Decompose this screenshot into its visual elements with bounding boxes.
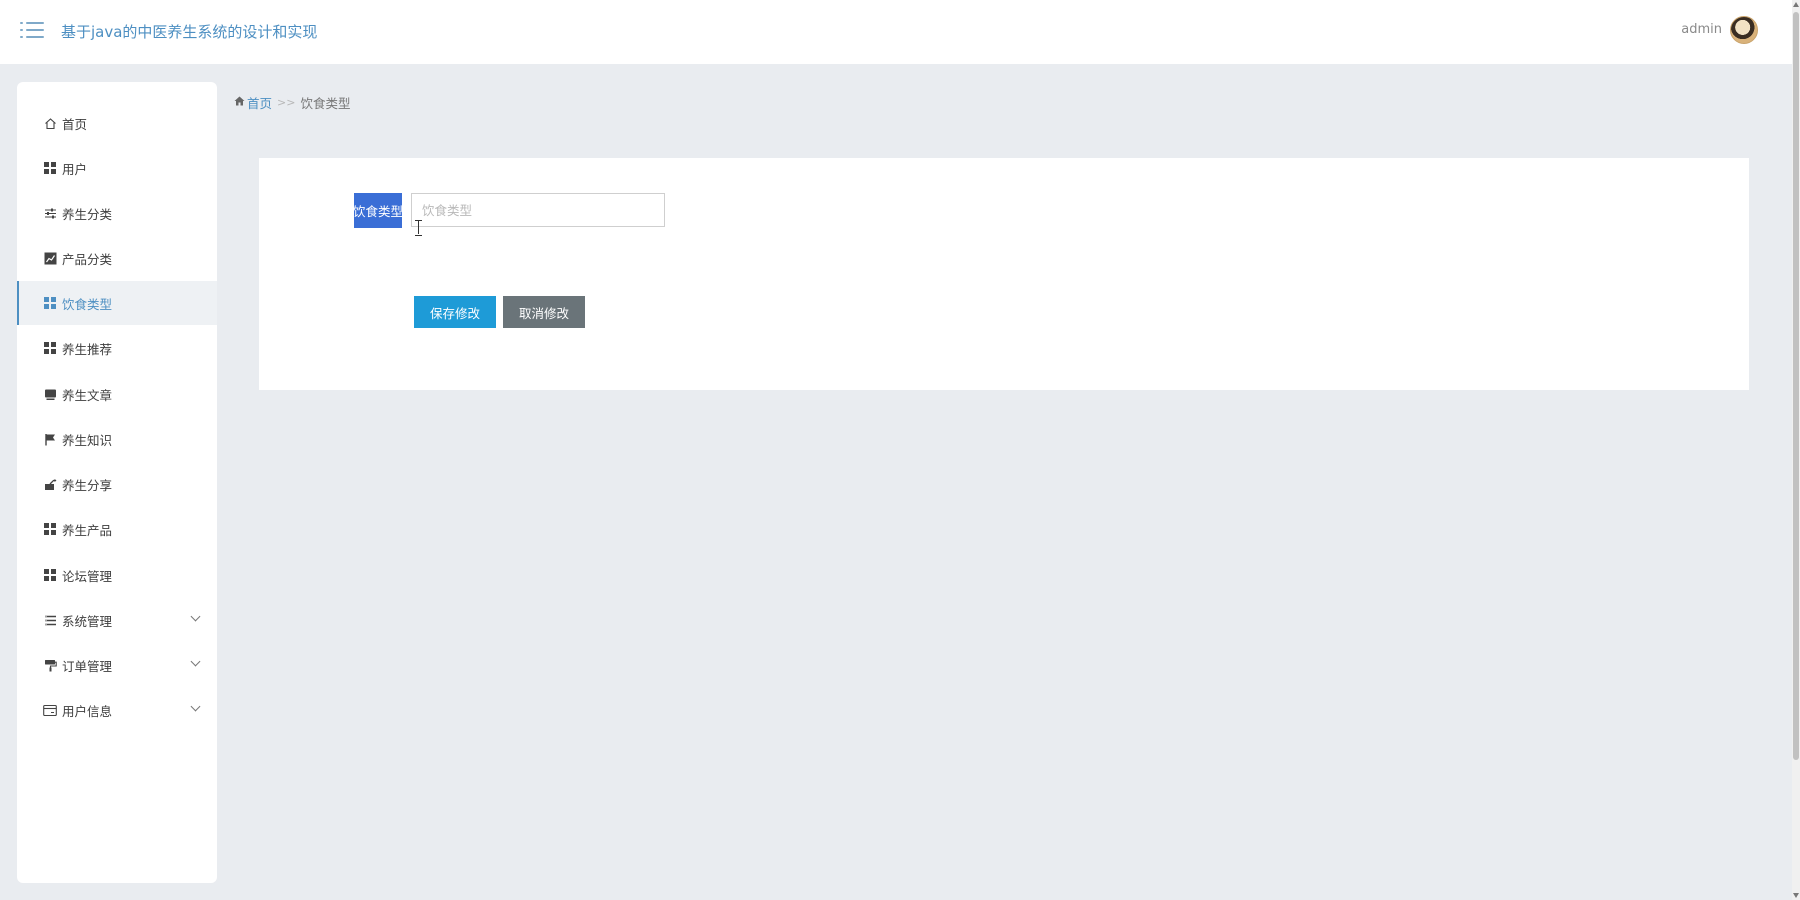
sidebar-item-label: 养生分享	[62, 477, 113, 493]
grid-icon	[43, 522, 57, 536]
chevron-down-icon	[190, 611, 201, 622]
cancel-button[interactable]: 取消修改	[503, 296, 585, 328]
sidebar-item-label: 养生产品	[62, 522, 113, 538]
sidebar-item-label: 用户信息	[62, 703, 113, 719]
sidebar-item-diet-type[interactable]: 饮食类型	[17, 281, 217, 325]
sidebar-item-users[interactable]: 用户	[17, 146, 217, 190]
sidebar-item-label: 用户	[62, 161, 88, 177]
grid-icon	[43, 296, 57, 310]
user-name[interactable]: admin	[1681, 22, 1722, 37]
sidebar-item-label: 论坛管理	[62, 568, 113, 584]
scroll-up-icon[interactable]	[1793, 2, 1799, 7]
sidebar-item-label: 首页	[62, 116, 88, 132]
sidebar-item-forum[interactable]: 论坛管理	[17, 553, 217, 597]
home-icon	[43, 116, 57, 130]
breadcrumb-current: 饮食类型	[300, 96, 351, 111]
sidebar-item-label: 养生分类	[62, 206, 113, 222]
sidebar-item-label: 养生推荐	[62, 341, 113, 357]
sidebar-item-health-recommend[interactable]: 养生推荐	[17, 326, 217, 370]
text-cursor-icon	[415, 220, 423, 236]
sidebar-item-health-category[interactable]: 养生分类	[17, 191, 217, 235]
sidebar-item-health-share[interactable]: 养生分享	[17, 462, 217, 506]
avatar[interactable]	[1730, 16, 1758, 44]
sidebar-item-user-info[interactable]: 用户信息	[17, 688, 217, 732]
flag-icon	[43, 432, 57, 446]
top-bar: 基于java的中医养生系统的设计和实现 admin	[0, 0, 1792, 64]
scroll-down-icon[interactable]	[1793, 893, 1799, 898]
edit-form-panel: 饮食类型 保存修改 取消修改	[259, 158, 1749, 390]
sidebar-item-product-category[interactable]: 产品分类	[17, 236, 217, 280]
home-icon	[234, 96, 245, 109]
sidebar-item-label: 饮食类型	[62, 296, 113, 312]
paint-roller-icon	[43, 658, 57, 672]
app-title: 基于java的中医养生系统的设计和实现	[61, 23, 318, 41]
sidebar-item-health-knowledge[interactable]: 养生知识	[17, 417, 217, 461]
sidebar-item-health-product[interactable]: 养生产品	[17, 507, 217, 551]
grid-icon	[43, 161, 57, 175]
sidebar-item-label: 养生知识	[62, 432, 113, 448]
sidebar: 首页 用户 养生分类 产品分类 饮食类型 养生推荐 养生文章 养生知识 养生分享…	[17, 82, 217, 883]
sidebar-item-home[interactable]: 首页	[17, 101, 217, 145]
menu-icon[interactable]	[20, 20, 44, 40]
sidebar-item-health-article[interactable]: 养生文章	[17, 372, 217, 416]
chart-icon	[43, 251, 57, 265]
sidebar-item-label: 订单管理	[62, 658, 113, 674]
chevron-down-icon	[190, 701, 201, 712]
diet-type-input[interactable]	[411, 193, 665, 227]
monitor-icon	[43, 387, 57, 401]
card-icon	[43, 703, 57, 717]
chevron-down-icon	[190, 656, 201, 667]
diet-type-label: 饮食类型	[353, 193, 403, 228]
grid-icon	[43, 341, 57, 355]
list-icon	[43, 613, 57, 627]
sliders-icon	[43, 206, 57, 220]
sidebar-item-system[interactable]: 系统管理	[17, 598, 217, 642]
share-icon	[43, 477, 57, 491]
page-scrollbar[interactable]	[1792, 0, 1800, 900]
sidebar-item-label: 产品分类	[62, 251, 113, 267]
sidebar-item-label: 系统管理	[62, 613, 113, 629]
sidebar-item-label: 养生文章	[62, 387, 113, 403]
scrollbar-thumb[interactable]	[1793, 12, 1799, 760]
breadcrumb-separator: >>	[277, 96, 296, 109]
breadcrumb: 首页 >> 饮食类型	[234, 93, 350, 112]
save-button[interactable]: 保存修改	[414, 296, 496, 328]
sidebar-item-orders[interactable]: 订单管理	[17, 643, 217, 687]
breadcrumb-home-link[interactable]: 首页	[247, 93, 272, 112]
grid-icon	[43, 568, 57, 582]
